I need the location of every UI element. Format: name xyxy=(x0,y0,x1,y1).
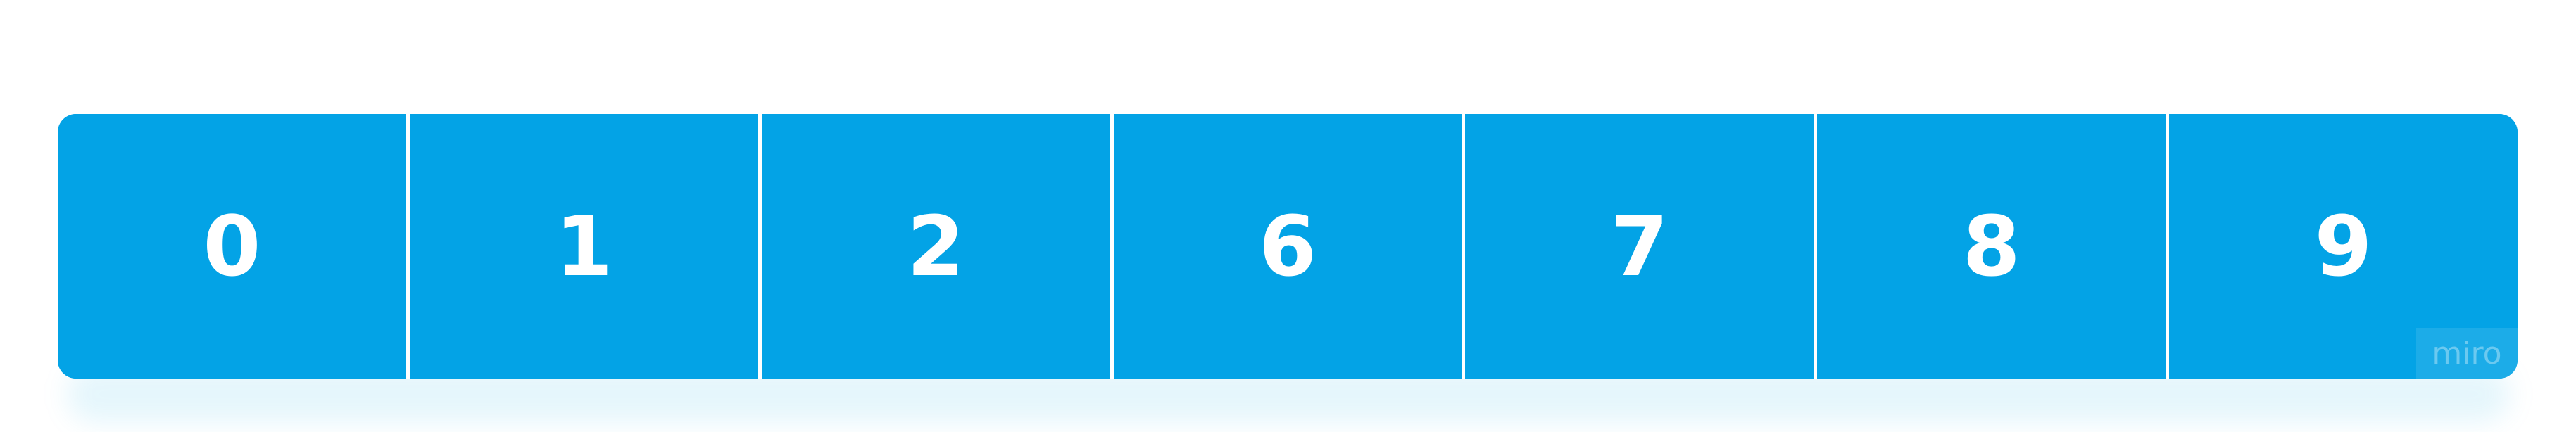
cell-value: 7 xyxy=(1610,198,1669,295)
cell-value: 9 xyxy=(2314,198,2373,295)
array-cell: 2 xyxy=(758,114,1110,379)
array-strip: 0 1 2 6 7 8 9 xyxy=(58,114,2518,379)
array-cell: 0 xyxy=(58,114,406,379)
array-cell: 7 xyxy=(1462,114,1814,379)
cell-value: 1 xyxy=(555,198,613,295)
cell-value: 6 xyxy=(1258,198,1317,295)
cell-value: 8 xyxy=(1962,198,2021,295)
cell-value: 2 xyxy=(907,198,965,295)
array-cell: 8 xyxy=(1814,114,2166,379)
cell-value: 0 xyxy=(203,198,261,295)
array-cell: 1 xyxy=(406,114,758,379)
miro-watermark: miro xyxy=(2416,328,2518,379)
array-cell: 6 xyxy=(1110,114,1462,379)
